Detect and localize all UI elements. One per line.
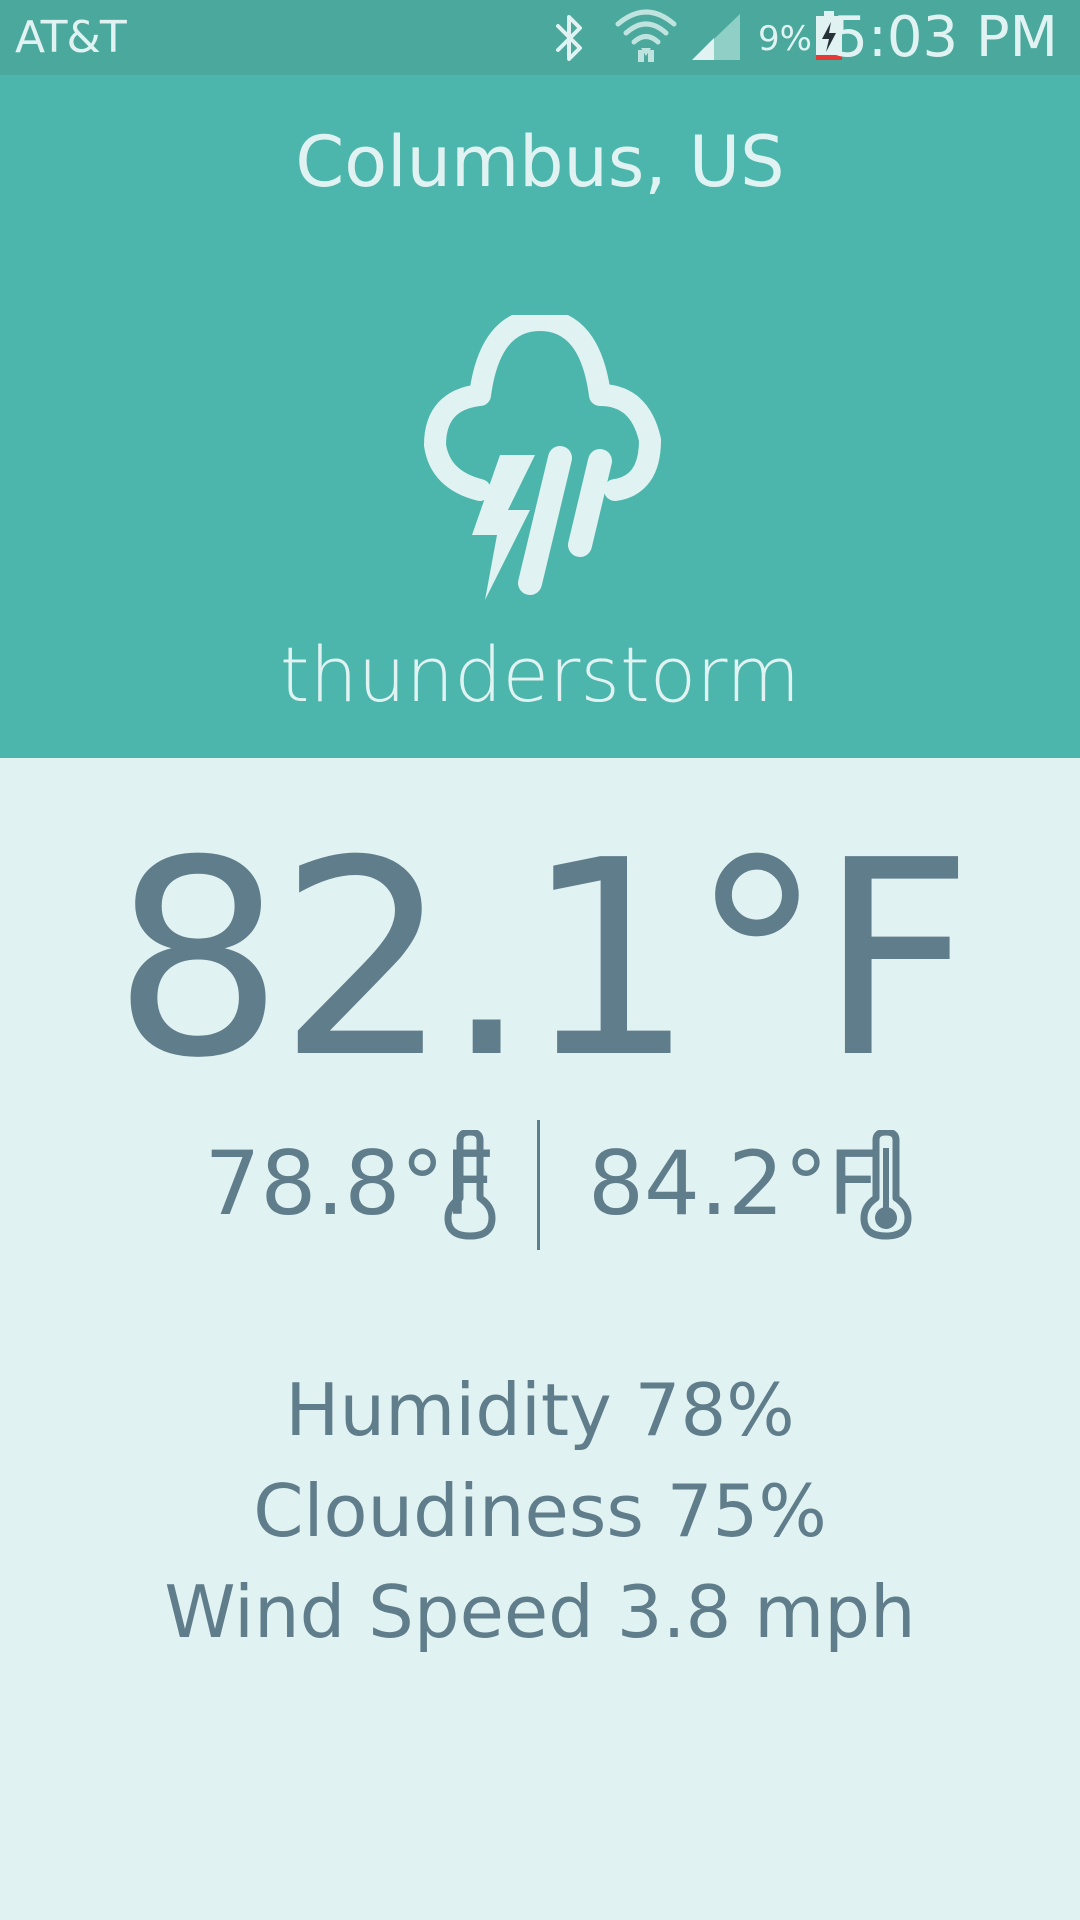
wifi-icon: [615, 9, 677, 62]
bluetooth-icon: [556, 15, 582, 61]
condition-label: thunderstorm: [279, 630, 801, 719]
cell-signal-icon: [692, 14, 740, 60]
battery-percent: 9%: [758, 19, 812, 59]
thermometer-high-icon: [860, 1130, 912, 1240]
carrier-name: AT&T: [15, 12, 127, 63]
weather-header: Columbus, US thunderstorm: [0, 75, 1080, 758]
range-divider: [537, 1120, 540, 1250]
location-title: Columbus, US: [295, 121, 785, 203]
temperature-range: 78.8°F 84.2°F: [0, 1120, 1080, 1250]
cloudiness-value: Cloudiness 75%: [253, 1469, 827, 1553]
current-temperature: 82.1°F: [112, 802, 973, 1117]
clock: 5:03 PM: [832, 5, 1058, 70]
thunderstorm-icon: [424, 315, 661, 600]
status-bar: AT&T 9% 5:03 PM: [0, 0, 1080, 75]
wind-speed-value: Wind Speed 3.8 mph: [164, 1570, 916, 1654]
thermometer-low-icon: [444, 1130, 496, 1240]
max-temperature: 84.2°F: [588, 1132, 879, 1235]
humidity-value: Humidity 78%: [285, 1368, 795, 1452]
weather-details: Humidity 78% Cloudiness 75% Wind Speed 3…: [0, 1360, 1080, 1663]
